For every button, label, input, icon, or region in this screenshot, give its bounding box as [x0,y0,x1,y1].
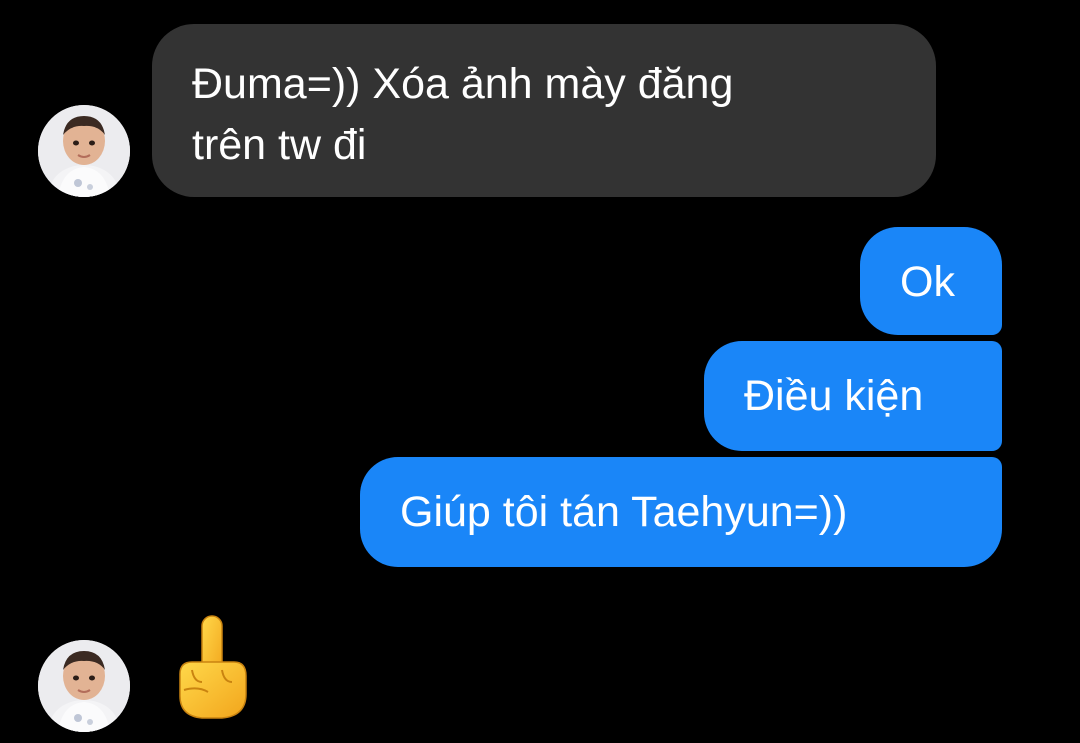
outgoing-message-bubble[interactable]: Ok [860,227,1002,335]
outgoing-message-bubble[interactable]: Giúp tôi tán Taehyun=)) [360,457,1002,567]
contact-avatar[interactable] [38,640,130,732]
outgoing-message-bubble[interactable]: Điều kiện [704,341,1002,451]
avatar-photo-icon [38,105,130,197]
middle-finger-icon [179,615,247,719]
incoming-message-bubble[interactable]: Đuma=)) Xóa ảnh mày đăng trên tw đi [152,24,936,197]
emoji-message[interactable] [172,612,252,722]
avatar-photo-icon [38,640,130,732]
contact-avatar[interactable] [38,105,130,197]
chat-thread: Đuma=)) Xóa ảnh mày đăng trên tw đi Ok Đ… [0,0,1080,743]
